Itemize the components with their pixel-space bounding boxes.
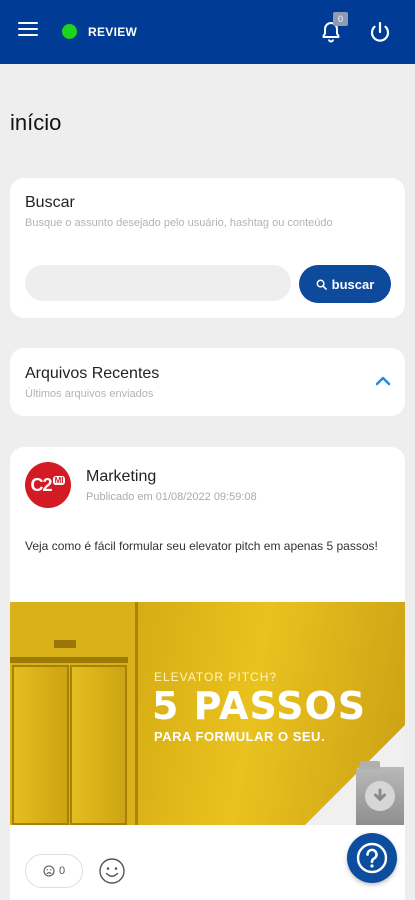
recent-files-card[interactable]: Arquivos Recentes Últimos arquivos envia… — [10, 348, 405, 416]
status-indicator — [62, 24, 77, 39]
page-title: início — [10, 110, 62, 135]
download-icon — [365, 781, 395, 811]
search-subtitle: Busque o assunto desejado pelo usuário, … — [25, 217, 333, 229]
download-button[interactable] — [356, 761, 404, 825]
image-tagline: PARA FORMULAR O SEU. — [154, 729, 326, 744]
post-text: Veja como é fácil formular seu elevator … — [25, 539, 378, 553]
notification-badge: 0 — [333, 12, 348, 26]
search-icon — [316, 279, 327, 290]
sad-face-icon — [43, 865, 55, 877]
recent-files-title: Arquivos Recentes — [25, 365, 160, 382]
chevron-up-icon[interactable] — [374, 374, 392, 388]
avatar-sup: MI — [52, 475, 66, 485]
image-question: ELEVATOR PITCH? — [154, 670, 278, 684]
menu-icon[interactable] — [18, 22, 38, 38]
avatar-text: C2 — [30, 474, 53, 495]
recent-files-subtitle: Últimos arquivos enviados — [25, 388, 154, 400]
smile-icon[interactable] — [98, 857, 126, 885]
image-headline: 5 PASSOS — [152, 684, 367, 728]
status-label: REVIEW — [88, 25, 138, 39]
reaction-count: 0 — [58, 865, 66, 877]
post-card: C2 MI Marketing Publicado em 01/08/2022 0… — [10, 447, 405, 900]
search-input[interactable] — [25, 265, 291, 301]
help-button[interactable] — [347, 833, 397, 883]
power-icon[interactable] — [368, 20, 392, 44]
elevator-illustration — [10, 602, 138, 825]
post-date: Publicado em 01/08/2022 09:59:08 — [86, 491, 257, 503]
post-author: Marketing — [86, 468, 157, 485]
reaction-button[interactable]: 0 — [25, 854, 83, 888]
post-image[interactable]: ELEVATOR PITCH? 5 PASSOS PARA FORMULAR O… — [10, 602, 405, 825]
search-title: Buscar — [25, 194, 75, 211]
search-button-label: buscar — [331, 276, 375, 292]
help-icon — [356, 842, 388, 874]
search-button[interactable]: buscar — [299, 265, 391, 303]
top-bar: REVIEW 0 — [0, 0, 415, 64]
avatar: C2 MI — [25, 462, 71, 508]
search-card: Buscar Busque o assunto desejado pelo us… — [10, 178, 405, 318]
